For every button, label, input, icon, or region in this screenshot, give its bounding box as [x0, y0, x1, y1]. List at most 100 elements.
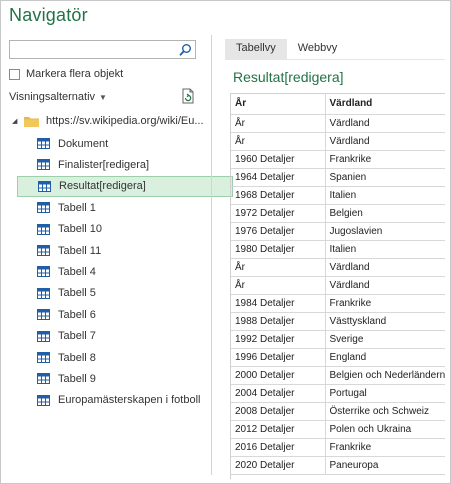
tree-item[interactable]: Tabell 5 [17, 283, 233, 304]
table-row: 1964 Detaljer Spanien [231, 168, 445, 187]
table-cell: Värdland [325, 114, 445, 133]
table-cell: Italien [325, 186, 445, 205]
table-row: 1972 Detaljer Belgien [231, 204, 445, 223]
table-icon [37, 245, 50, 256]
tree-item-label: Tabell 9 [58, 372, 96, 385]
table-cell: 2012 Detaljer [231, 420, 326, 439]
table-icon [37, 138, 50, 149]
expander-icon[interactable]: ◢ [12, 117, 22, 125]
tree-item[interactable]: Tabell 7 [17, 326, 233, 347]
tree-item-label: Resultat[redigera] [59, 180, 146, 193]
tree-root-node[interactable]: ◢ https://sv.wikipedia.org/wiki/Eu... [9, 111, 204, 131]
table-cell: Västtyskland [325, 312, 445, 331]
table-row: 1968 Detaljer Italien [231, 186, 445, 205]
table-row: 1960 Detaljer Frankrike [231, 150, 445, 169]
tree-item[interactable]: Tabell 6 [17, 304, 233, 325]
tree-item[interactable]: Tabell 4 [17, 261, 233, 282]
search-input-value [10, 45, 13, 57]
tree-item[interactable]: Dokument [17, 133, 233, 154]
view-tabs: Tabellvy Webbvy [225, 39, 348, 59]
table-cell: Frankrike [325, 294, 445, 313]
table-cell: England [325, 348, 445, 367]
table-cell: Polen och Ukraina [325, 420, 445, 439]
table-row: År Värdland [231, 132, 445, 151]
navigator-window: Navigatör Markera flera objekt Visningsa… [0, 0, 451, 484]
tree-item-label: Europamästerskapen i fotboll [58, 394, 201, 407]
refresh-icon[interactable] [181, 88, 195, 104]
window-title: Navigatör [9, 5, 88, 25]
select-multiple-label: Markera flera objekt [26, 68, 124, 80]
table-icon [37, 373, 50, 385]
table-icon [37, 159, 50, 171]
tree-item[interactable]: Tabell 8 [17, 347, 233, 368]
table-cell: År [231, 258, 326, 277]
tree-item-label: Tabell 6 [58, 308, 96, 321]
table-cell: Belgien [325, 204, 445, 223]
tree-item-label: Tabell 8 [58, 351, 96, 364]
column-header-year[interactable]: År [231, 94, 326, 115]
table-cell: 2020 Detaljer [231, 456, 326, 475]
table-cell: År [231, 276, 326, 295]
table-cell: Värdland [325, 132, 445, 151]
tree-item-label: Tabell 1 [58, 201, 96, 214]
table-cell: 1984 Detaljer [231, 294, 326, 313]
table-cell: 1972 Detaljer [231, 204, 326, 223]
table-cell: 1980 Detaljer [231, 240, 326, 259]
preview-grid[interactable]: År Värdland År Värdland År Värdland 1960 Det… [230, 93, 445, 479]
folder-icon [24, 116, 39, 127]
tree-item[interactable]: Resultat[redigera] [17, 175, 233, 197]
search-icon[interactable] [178, 43, 192, 57]
tree-item-label: Finalister[redigera] [58, 158, 150, 171]
table-cell: 1992 Detaljer [231, 330, 326, 349]
display-options-dropdown[interactable]: Visningsalternativ ▼ [9, 91, 107, 103]
table-cell: Österrike och Schweiz [325, 402, 445, 421]
tree-item-label: Tabell 11 [58, 244, 102, 257]
table-cell: Belgien och Nederländerna [325, 366, 445, 385]
tree-item[interactable]: Europamästerskapen i fotboll [17, 390, 233, 411]
table-cell: År [231, 114, 326, 133]
tree-item[interactable]: Tabell 10 [17, 219, 233, 240]
column-header-host[interactable]: Värdland [325, 94, 445, 115]
table-cell: Jugoslavien [325, 222, 445, 241]
select-multiple-row[interactable]: Markera flera objekt [9, 67, 123, 81]
table-cell: Frankrike [325, 150, 445, 169]
table-row: År Värdland [231, 114, 445, 133]
table-icon [37, 394, 50, 406]
table-cell: År [231, 132, 326, 151]
tree-item[interactable]: Tabell 9 [17, 368, 233, 389]
table-row: 2008 Detaljer Österrike och Schweiz [231, 402, 445, 421]
table-cell: 1996 Detaljer [231, 348, 326, 367]
table-cell: Värdland [325, 258, 445, 277]
tab-web-view[interactable]: Webbvy [287, 39, 349, 59]
table-cell: 1976 Detaljer [231, 222, 326, 241]
select-multiple-checkbox[interactable] [9, 68, 20, 80]
tree-item-label: Dokument [58, 137, 109, 150]
table-header-row: År Värdland [231, 94, 445, 115]
tree-item-label: Tabell 5 [58, 287, 96, 300]
table-cell: Portugal [325, 384, 445, 403]
table-cell: 2016 Detaljer [231, 438, 326, 457]
table-cell: Spanien [325, 168, 445, 187]
pane-divider[interactable] [211, 35, 212, 475]
table-icon [37, 287, 50, 299]
tree-root-label: https://sv.wikipedia.org/wiki/Eu... [46, 115, 204, 127]
tree-item[interactable]: Finalister[redigera] [17, 154, 233, 175]
display-options-label: Visningsalternativ [9, 91, 96, 103]
table-cell: 1964 Detaljer [231, 168, 326, 187]
tab-table-view[interactable]: Tabellvy [225, 39, 287, 59]
table-row: 1980 Detaljer Italien [231, 240, 445, 259]
tree-item[interactable]: Tabell 1 [17, 197, 233, 218]
tree-item[interactable]: Tabell 11 [17, 240, 233, 261]
table-cell: 2008 Detaljer [231, 402, 326, 421]
table-cell: Värdland [325, 276, 445, 295]
table-icon [37, 309, 50, 321]
table-row: 1988 Detaljer Västtyskland [231, 312, 445, 331]
table-row: 1996 Detaljer England [231, 348, 445, 367]
table-icon [37, 352, 50, 363]
table-row: År Värdland [231, 258, 445, 277]
table-row: 2000 Detaljer Belgien och Nederländerna [231, 366, 445, 385]
table-row: 1976 Detaljer Jugoslavien [231, 222, 445, 241]
search-input[interactable] [9, 40, 196, 59]
table-cell: 2000 Detaljer [231, 366, 326, 385]
tabs-underline [225, 59, 445, 60]
